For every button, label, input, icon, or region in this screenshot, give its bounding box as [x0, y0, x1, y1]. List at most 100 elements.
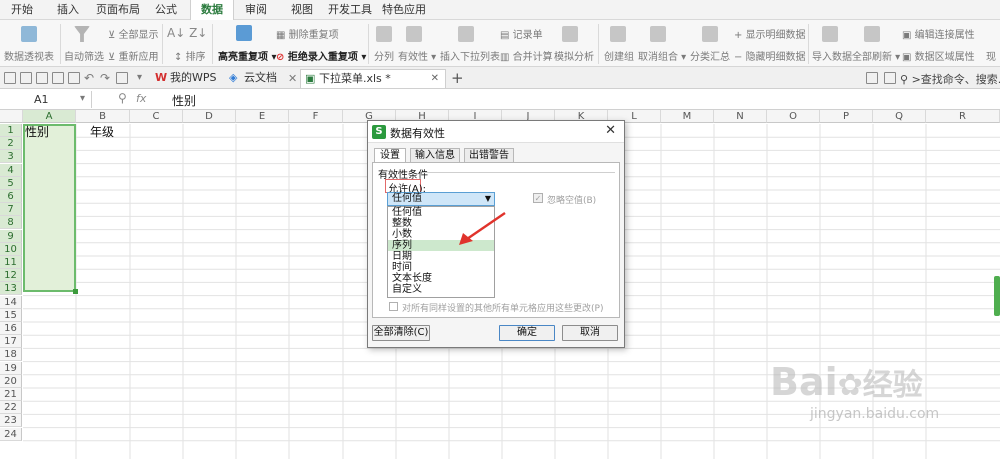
formula-input[interactable]: 性别	[172, 92, 196, 109]
new-tab-icon[interactable]: +	[451, 69, 464, 87]
sort-button[interactable]: ↕ 排序	[174, 48, 206, 63]
close-icon[interactable]: ✕	[605, 123, 616, 138]
tab-start[interactable]: 开始	[6, 0, 38, 20]
tab-formula[interactable]: 公式	[150, 0, 182, 20]
data-area-properties-button[interactable]: ▣ 数据区域属性	[902, 48, 975, 63]
scrollbar-thumb[interactable]	[994, 276, 1000, 316]
option-custom[interactable]: 自定义	[392, 284, 422, 295]
option-sequence[interactable]: 序列	[392, 240, 412, 251]
column-header[interactable]: A	[23, 110, 76, 123]
tab-insert[interactable]: 插入	[52, 0, 84, 20]
select-all-corner[interactable]	[0, 110, 23, 123]
option-text-length[interactable]: 文本长度	[392, 273, 432, 284]
row-header[interactable]: 4	[0, 163, 22, 177]
row-header[interactable]: 7	[0, 203, 22, 217]
subtotal-button[interactable]: 分类汇总	[690, 48, 730, 63]
reject-duplicates-button[interactable]: ⊘ 拒绝录入重复项 ▾	[276, 48, 366, 63]
allow-select[interactable]: 任何值 ▼	[387, 192, 495, 206]
row-header[interactable]: 5	[0, 176, 22, 190]
merge-calc-button[interactable]: ▥ 合并计算	[500, 48, 553, 63]
tab-page-layout[interactable]: 页面布局	[94, 0, 142, 20]
row-header[interactable]: 10	[0, 242, 22, 256]
tab-view[interactable]: 视图	[286, 0, 318, 20]
row-header[interactable]: 19	[0, 361, 22, 375]
tab-special-apps[interactable]: 特色应用	[380, 0, 428, 20]
column-header[interactable]: D	[183, 110, 236, 123]
tab-settings[interactable]: 设置	[374, 148, 406, 163]
row-header[interactable]: 23	[0, 414, 22, 428]
validity-button[interactable]: 有效性 ▾	[398, 48, 436, 63]
option-integer[interactable]: 整数	[392, 218, 412, 229]
tab-data[interactable]: 数据	[190, 0, 234, 21]
selection-range[interactable]	[23, 124, 76, 292]
search-command-box[interactable]: ⚲ >查找命令、搜索...	[900, 71, 1000, 87]
open-icon[interactable]	[4, 72, 16, 84]
record-form-button[interactable]: ▤ 记录单	[500, 26, 543, 41]
delete-duplicates-button[interactable]: ▦ 删除重复项	[276, 26, 339, 41]
row-header[interactable]: 17	[0, 335, 22, 349]
name-box-dropdown-icon[interactable]: ▾	[80, 93, 85, 104]
customize-toolbar-icon[interactable]: ▾	[137, 72, 142, 83]
clear-all-button[interactable]: 全部清除(C)	[372, 325, 430, 341]
column-header[interactable]: R	[926, 110, 1000, 123]
option-date[interactable]: 日期	[392, 251, 412, 262]
cancel-group-button[interactable]: 取消组合 ▾	[638, 48, 686, 63]
column-header[interactable]: P	[820, 110, 873, 123]
row-header[interactable]: 21	[0, 388, 22, 401]
show-all-button[interactable]: ⊻ 全部显示	[108, 26, 159, 41]
column-header[interactable]: M	[661, 110, 714, 123]
option-decimal[interactable]: 小数	[392, 229, 412, 240]
hide-detail-button[interactable]: − 隐藏明细数据	[734, 48, 806, 63]
cancel-button[interactable]: 取消	[562, 325, 618, 341]
cell-a1[interactable]: 性别	[25, 123, 49, 140]
reapply-button[interactable]: ⊻ 重新应用	[108, 48, 159, 63]
column-header[interactable]: F	[289, 110, 343, 123]
import-data-button[interactable]: 导入数据	[812, 48, 852, 63]
tab-input-info[interactable]: 输入信息	[410, 148, 460, 162]
row-header[interactable]: 9	[0, 229, 22, 243]
row-header[interactable]: 14	[0, 295, 22, 309]
simulate-analysis-button[interactable]: 模拟分析	[554, 48, 594, 63]
row-header[interactable]: 15	[0, 308, 22, 322]
split-column-button[interactable]: 分列	[374, 48, 394, 63]
row-header[interactable]: 6	[0, 190, 22, 203]
save-as-icon[interactable]	[36, 72, 48, 84]
save-icon[interactable]	[20, 72, 32, 84]
message-icon[interactable]	[884, 72, 896, 84]
row-header[interactable]: 22	[0, 401, 22, 415]
option-time[interactable]: 时间	[392, 262, 412, 273]
row-header[interactable]: 11	[0, 256, 22, 269]
auto-filter-button[interactable]: 自动筛选	[64, 48, 104, 63]
fill-handle[interactable]	[73, 289, 78, 294]
print-preview-icon[interactable]	[68, 72, 80, 84]
ok-button[interactable]: 确定	[499, 325, 555, 341]
row-header[interactable]: 1	[0, 124, 22, 137]
row-header[interactable]: 12	[0, 269, 22, 283]
edit-connection-button[interactable]: ▣ 编辑连接属性	[902, 26, 975, 41]
row-header[interactable]: 18	[0, 348, 22, 362]
cell-b1[interactable]: 年级	[90, 123, 114, 140]
show-detail-button[interactable]: + 显示明细数据	[734, 26, 806, 41]
row-header[interactable]: 3	[0, 150, 22, 164]
option-any[interactable]: 任何值	[392, 207, 422, 218]
column-header[interactable]: O	[767, 110, 820, 123]
more-ribbon-button[interactable]: 现	[986, 48, 996, 63]
highlight-duplicates-button[interactable]: 高亮重复项 ▾	[218, 48, 277, 63]
insert-dropdown-button[interactable]: 插入下拉列表	[440, 48, 500, 63]
share-icon[interactable]	[866, 72, 878, 84]
zoom-search-icon[interactable]: ⚲	[118, 91, 127, 105]
tab-error-alert[interactable]: 出错警告	[464, 148, 514, 162]
column-header[interactable]: E	[236, 110, 289, 123]
format-painter-icon[interactable]	[116, 72, 128, 84]
column-header[interactable]: C	[130, 110, 183, 123]
row-header[interactable]: 2	[0, 137, 22, 151]
tab-review[interactable]: 审阅	[240, 0, 272, 20]
close-tab-icon[interactable]: ✕	[288, 72, 297, 85]
tab-developer[interactable]: 开发工具	[326, 0, 374, 20]
pivot-table-button[interactable]: 数据透视表	[4, 48, 54, 63]
create-group-button[interactable]: 创建组	[604, 48, 634, 63]
row-header[interactable]: 13	[0, 282, 22, 296]
column-header[interactable]: B	[76, 110, 130, 123]
apply-all-checkbox[interactable]	[389, 302, 398, 311]
print-icon[interactable]	[52, 72, 64, 84]
